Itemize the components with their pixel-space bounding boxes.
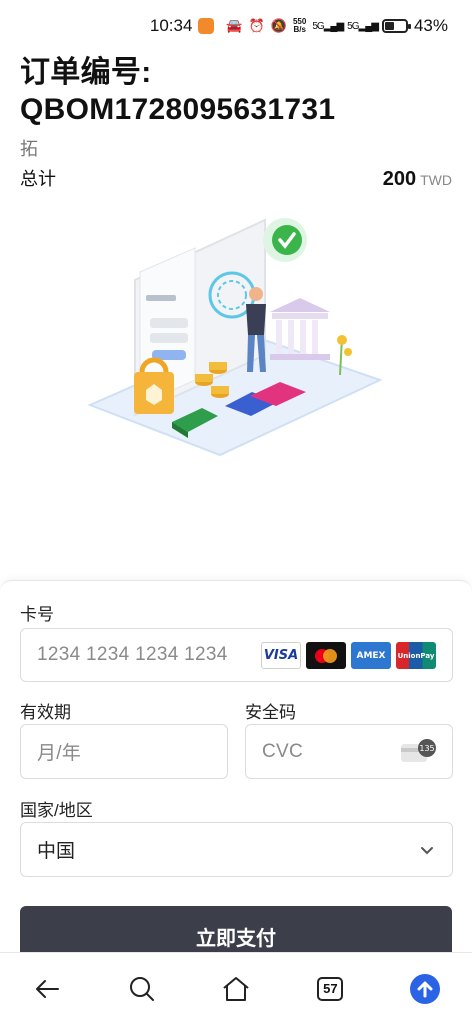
upload-icon — [409, 973, 440, 1004]
merchant-name: 拓 — [20, 139, 38, 159]
mute-icon: 🔕 — [270, 18, 287, 33]
order-number-title: 订单编号: QBOM1728095631731 — [20, 56, 336, 126]
app-notification-icon — [198, 18, 215, 34]
home-icon — [223, 976, 249, 1001]
status-time: 10:34 — [149, 16, 193, 35]
total-label: 总计 — [20, 169, 56, 189]
search-button[interactable] — [118, 965, 166, 1013]
car-icon: 🚘 — [226, 18, 243, 33]
back-button[interactable] — [23, 965, 71, 1013]
search-icon — [129, 976, 154, 1001]
total-row: 总计 200 TWD — [20, 165, 452, 191]
svg-text:135: 135 — [419, 744, 434, 753]
battery-percent: 43% — [413, 16, 448, 35]
total-price: 200 TWD — [383, 168, 452, 191]
expiry-placeholder: 月/年 — [37, 743, 82, 764]
back-arrow-icon — [36, 979, 60, 998]
card-number-placeholder: 1234 1234 1234 1234 — [37, 644, 228, 665]
card-brand-logos: VISA AMEX UnionPay — [261, 642, 436, 669]
cvc-input[interactable]: CVC 135 — [245, 724, 453, 779]
battery-icon — [381, 19, 411, 33]
amex-logo: AMEX — [351, 642, 391, 669]
upload-button[interactable] — [401, 965, 449, 1013]
expiry-label: 有效期 — [20, 703, 71, 722]
status-bar: 10:34 🚘 ⏰ 🔕 550 B/s 5G▂▄▆ 5G▂▄▆ 43% — [0, 0, 472, 52]
payment-illustration — [87, 218, 383, 457]
alarm-icon: ⏰ — [248, 18, 265, 33]
country-value: 中国 — [37, 841, 76, 862]
mastercard-logo — [306, 642, 346, 669]
network-speed: 550 B/s — [292, 17, 307, 34]
expiry-input[interactable]: 月/年 — [20, 724, 228, 779]
signal-icon-2: 5G▂▄▆ — [347, 20, 379, 32]
card-number-label: 卡号 — [20, 605, 54, 624]
total-currency: TWD — [420, 172, 452, 188]
browser-bottom-nav: 57 — [0, 952, 472, 1024]
signal-icon-1: 5G▂▄▆ — [312, 20, 344, 32]
country-label: 国家/地区 — [20, 801, 93, 820]
card-number-input[interactable]: 1234 1234 1234 1234 VISA AMEX UnionPay — [20, 628, 453, 682]
country-select[interactable]: 中国 — [20, 822, 453, 877]
tabs-button[interactable]: 57 — [306, 965, 354, 1013]
cvc-placeholder: CVC — [262, 740, 304, 762]
total-amount: 200 — [382, 168, 417, 190]
visa-logo: VISA — [261, 642, 301, 669]
home-button[interactable] — [212, 965, 260, 1013]
chevron-down-icon — [421, 847, 433, 855]
tabs-icon: 57 — [317, 976, 344, 1001]
unionpay-logo: UnionPay — [396, 642, 436, 669]
cvc-label: 安全码 — [245, 703, 296, 722]
cvc-card-icon: 135 — [401, 739, 436, 762]
